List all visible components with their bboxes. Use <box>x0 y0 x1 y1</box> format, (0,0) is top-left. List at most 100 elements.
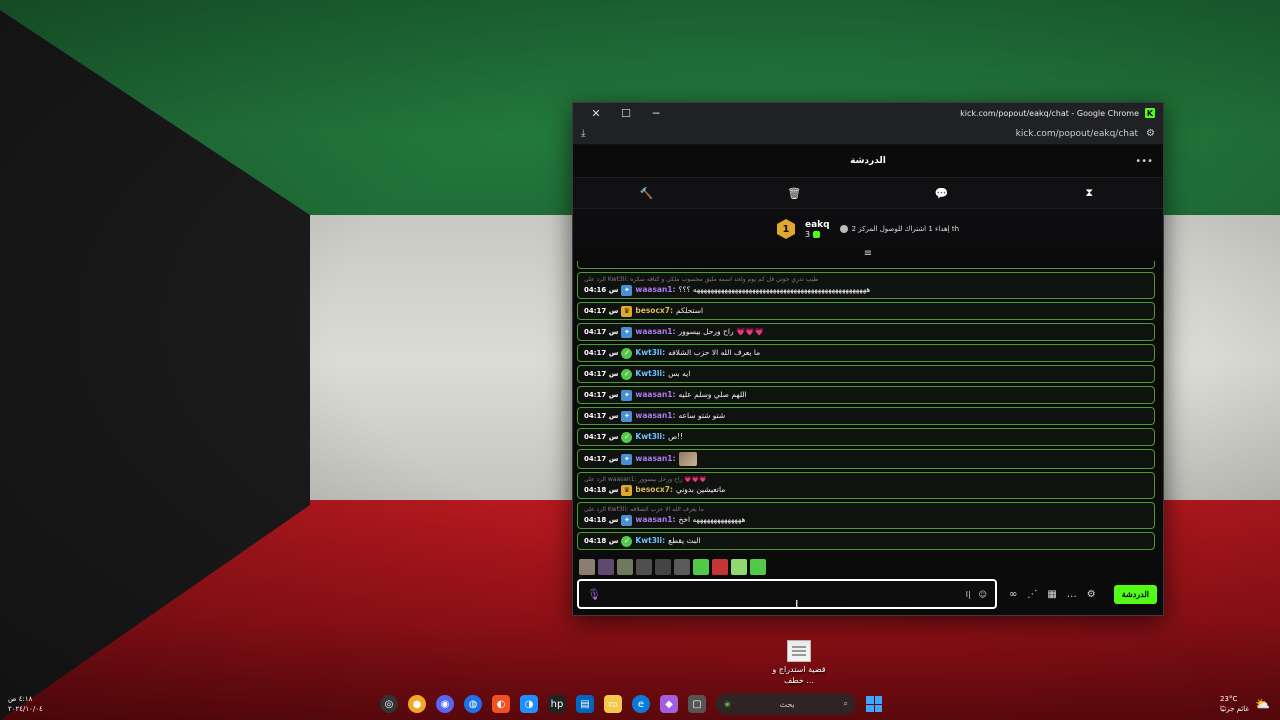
file-explorer-icon[interactable]: ▭ <box>604 695 622 713</box>
close-icon[interactable]: ✕ <box>581 103 611 123</box>
app-icon[interactable]: ● <box>408 695 426 713</box>
app-icon[interactable]: ◑ <box>520 695 538 713</box>
emote[interactable] <box>655 559 671 575</box>
reply-context: الرد على Kwt3li: طيب تدري حوتي فل كم يوم… <box>584 276 819 283</box>
infinity-icon[interactable]: ∞ <box>1009 589 1017 600</box>
emote[interactable] <box>731 559 747 575</box>
filter-icon[interactable]: ≡ <box>573 249 1163 261</box>
trash-icon[interactable]: 🗑 <box>779 187 809 200</box>
message-username[interactable]: waasan1: <box>635 284 675 296</box>
message-username[interactable]: waasan1: <box>635 389 675 401</box>
verified-badge-icon: ✓ <box>621 347 633 359</box>
window-title: kick.com/popout/eakq/chat - Google Chrom… <box>960 108 1139 118</box>
download-icon[interactable]: ⤓ <box>581 128 585 139</box>
chat-message[interactable]: 04:17 س ✓ Kwt3li: ما يعرف الله الا حزب الشل… <box>577 344 1155 362</box>
app-icon[interactable]: ◎ <box>380 695 398 713</box>
chat-message[interactable]: 04:17 س ♛ besocx7: استحلكم <box>577 302 1155 320</box>
app-icon[interactable]: ▢ <box>688 695 706 713</box>
chat-message-list[interactable]: الرد على Kwt3li: طيب تدري حوتي فل كم يوم… <box>577 261 1155 551</box>
chat-message[interactable]: 04:17 س ✦ waasan1: اللهم صلي وسلم عليه <box>577 386 1155 404</box>
taskbar-search[interactable]: ❀ بحث ⌕ <box>716 693 856 715</box>
mod-toolbar: 🔨 🗑 💬 ⧗ <box>573 177 1163 209</box>
weather-widget[interactable]: 23°C غائم جزئيًا ⛅ <box>1220 694 1270 714</box>
desktop-file-icon[interactable]: قضية استدراج و خطف ... <box>770 640 828 686</box>
message-time: 04:18 س <box>584 486 619 494</box>
message-username[interactable]: besocx7: <box>635 484 673 496</box>
maximize-icon[interactable]: ☐ <box>611 103 641 123</box>
app-icon[interactable]: ◐ <box>492 695 510 713</box>
emoji-icon[interactable]: ☺ <box>979 590 987 599</box>
reply-context: الرد على Kwt3li: ما يعرف الله الا حزب ال… <box>584 506 704 513</box>
chat-bubble-icon[interactable]: 💬 <box>927 187 957 200</box>
site-settings-icon[interactable]: ⚙ <box>1146 128 1155 139</box>
hp-icon[interactable]: hp <box>548 695 566 713</box>
emote-image <box>678 452 697 466</box>
more-options-icon[interactable]: ••• <box>1135 156 1153 167</box>
chat-message[interactable]: 04:17 س ✓ Kwt3li: ايه بس <box>577 365 1155 383</box>
chat-message[interactable]: الرد على Kwt3li: طيب تدري حوتي فل كم يوم… <box>577 272 1155 299</box>
emote[interactable] <box>636 559 652 575</box>
message-username[interactable]: waasan1: <box>635 453 675 465</box>
message-username[interactable]: waasan1: <box>635 326 675 338</box>
windows-start-icon[interactable] <box>866 696 882 712</box>
chat-message[interactable]: 04:18 س ✓ Kwt3li: البث يقطع <box>577 532 1155 550</box>
document-icon <box>787 640 811 662</box>
chat-message[interactable]: 04:17 س ✦ waasan1: شتو شتو ساعه <box>577 407 1155 425</box>
hammer-icon[interactable]: 🔨 <box>632 187 662 200</box>
chrome-icon[interactable]: ◍ <box>464 695 482 713</box>
taskbar-apps: ◎ ● ◉ ◍ ◐ ◑ hp ▤ ▭ e ◆ ▢ ❀ بحث ⌕ <box>380 693 882 715</box>
subscriber-badge-icon: ✦ <box>621 514 633 526</box>
emote[interactable] <box>712 559 728 575</box>
clock[interactable]: ٤:١٨ ص ٢٠٢٤/١٠/٠٤ <box>8 694 43 714</box>
chat-message[interactable]: 04:17 س ✓ Kwt3li: ص!! <box>577 428 1155 446</box>
microphone-icon[interactable]: 🎙 <box>587 588 601 601</box>
message-username[interactable]: besocx7: <box>635 305 673 317</box>
send-chat-button[interactable]: الدردشة <box>1113 584 1157 604</box>
message-time: 04:17 س <box>584 328 619 336</box>
emote[interactable] <box>693 559 709 575</box>
emote[interactable] <box>750 559 766 575</box>
message-text: البث يقطع <box>668 536 701 545</box>
chat-input-row: 🎙 ا| ☺ ∞ ⋰ ▦ … ⚙ الدردشة <box>577 579 1157 609</box>
goal-target-icon <box>839 225 848 233</box>
chat-message[interactable]: الرد على waasan1: راح ورحل بيسوور 💗💗💗 04:… <box>577 472 1155 499</box>
message-text: شتو شتو ساعه <box>678 411 726 420</box>
message-username[interactable]: Kwt3li: <box>635 347 665 359</box>
message-username[interactable]: Kwt3li: <box>635 368 665 380</box>
emote[interactable] <box>598 559 614 575</box>
search-emblem-icon: ❀ <box>724 699 731 709</box>
gear-icon[interactable]: ⚙ <box>1087 589 1096 600</box>
message-username[interactable]: waasan1: <box>635 410 675 422</box>
emote[interactable] <box>674 559 690 575</box>
message-time: 04:17 س <box>584 412 619 420</box>
minimize-icon[interactable]: ─ <box>641 103 671 123</box>
message-username[interactable]: Kwt3li: <box>635 431 665 443</box>
verified-badge-icon: ✓ <box>621 535 633 547</box>
share-icon[interactable]: ⋰ <box>1027 589 1037 600</box>
sub-goal-banner: 1 eakq 3 إهداء 1 اشتراك للوصول المركز 2 … <box>573 209 1163 249</box>
verified-badge-icon: ✓ <box>621 368 633 380</box>
chat-input[interactable]: 🎙 ا| ☺ <box>577 579 997 609</box>
discord-icon[interactable]: ◉ <box>436 695 454 713</box>
weather-temp: 23°C <box>1220 695 1238 703</box>
chat-message[interactable]: 04:17 س ✦ waasan1: <box>577 449 1155 469</box>
sub-icon <box>813 230 821 238</box>
store-icon[interactable]: ▤ <box>576 695 594 713</box>
message-time: 04:17 س <box>584 349 619 357</box>
store-icon[interactable]: ▦ <box>1047 589 1056 600</box>
message-time: 04:17 س <box>584 455 619 463</box>
hourglass-icon[interactable]: ⧗ <box>1074 186 1104 200</box>
url-text[interactable]: kick.com/popout/eakq/chat <box>1016 129 1138 139</box>
message-text: راح ورحل بيسوور 💗💗💗 <box>678 327 764 336</box>
chat-settings-icon[interactable]: … <box>1067 589 1077 600</box>
message-time: 04:16 س <box>584 286 619 294</box>
emote[interactable] <box>579 559 595 575</box>
copilot-icon[interactable]: ◆ <box>660 695 678 713</box>
chat-message[interactable]: الرد على Kwt3li: ما يعرف الله الا حزب ال… <box>577 502 1155 529</box>
message-username[interactable]: waasan1: <box>635 514 675 526</box>
message-username[interactable]: Kwt3li: <box>635 535 665 547</box>
edge-icon[interactable]: e <box>632 695 650 713</box>
chat-message[interactable]: 04:17 س ✦ waasan1: راح ورحل بيسوور 💗💗💗 <box>577 323 1155 341</box>
emote[interactable] <box>617 559 633 575</box>
message-text: ايه بس <box>668 369 691 378</box>
